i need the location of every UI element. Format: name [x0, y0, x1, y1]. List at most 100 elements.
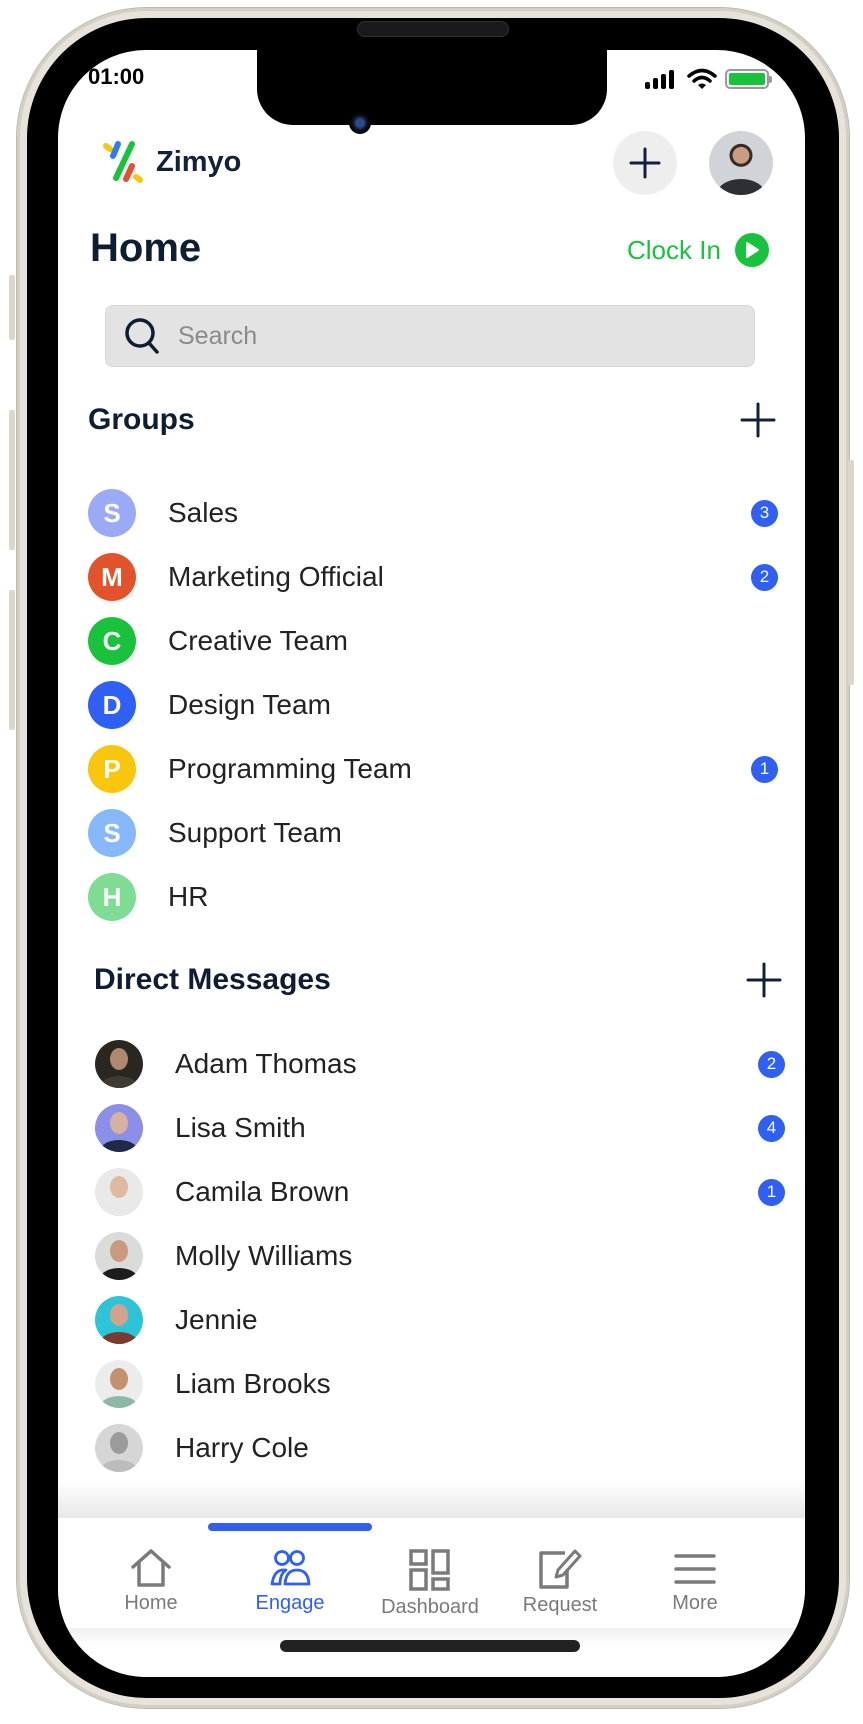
- group-avatar: C: [88, 617, 136, 665]
- dm-item[interactable]: Jennie: [95, 1288, 785, 1352]
- group-avatar: D: [88, 681, 136, 729]
- user-avatar: [95, 1296, 143, 1344]
- user-avatar: [95, 1104, 143, 1152]
- tab-dashboard[interactable]: Dashboard: [370, 1548, 490, 1619]
- user-avatar: [95, 1360, 143, 1408]
- earpiece-speaker: [357, 21, 509, 37]
- group-item[interactable]: C Creative Team: [88, 609, 778, 673]
- group-name: HR: [168, 881, 209, 912]
- dm-item[interactable]: Liam Brooks: [95, 1352, 785, 1416]
- brand-name: Zimyo: [156, 145, 242, 178]
- clock-in-label: Clock In: [627, 234, 721, 265]
- page-title: Home: [90, 226, 202, 270]
- tab-more[interactable]: More: [635, 1548, 755, 1615]
- unread-badge: 2: [758, 1050, 785, 1078]
- create-button[interactable]: [613, 131, 677, 195]
- group-item[interactable]: M Marketing Official 2: [88, 545, 778, 609]
- signal-icon: [645, 70, 674, 89]
- profile-avatar[interactable]: [709, 131, 773, 195]
- menu-icon: [674, 1554, 716, 1584]
- group-name: Design Team: [168, 689, 331, 720]
- group-avatar: S: [88, 809, 136, 857]
- user-avatar: [95, 1232, 143, 1280]
- dashboard-icon: [409, 1549, 450, 1591]
- zimyo-logo-icon: [103, 141, 143, 183]
- home-indicator[interactable]: [280, 1640, 580, 1652]
- user-name: Harry Cole: [175, 1432, 309, 1463]
- search-icon: [125, 318, 159, 354]
- battery-icon: [725, 69, 772, 89]
- group-name: Marketing Official: [168, 561, 384, 592]
- groups-header: Groups: [88, 400, 778, 440]
- clock-in-button[interactable]: Clock In: [627, 233, 769, 267]
- active-tab-indicator: [208, 1523, 372, 1531]
- unread-badge: 1: [751, 755, 778, 783]
- phone-screen: 01:00 Zimyo Home Clock In Search Groups …: [58, 50, 805, 1677]
- tab-label: More: [672, 1592, 718, 1614]
- group-avatar: M: [88, 553, 136, 601]
- home-icon: [131, 1549, 171, 1587]
- plus-icon: [629, 147, 661, 179]
- dm-item[interactable]: Harry Cole: [95, 1416, 785, 1480]
- play-icon: [734, 233, 769, 267]
- user-name: Liam Brooks: [175, 1368, 331, 1399]
- plus-icon: [746, 962, 782, 998]
- tab-label: Dashboard: [381, 1596, 479, 1618]
- group-name: Creative Team: [168, 625, 349, 656]
- add-group-button[interactable]: [738, 400, 778, 440]
- user-name: Molly Williams: [175, 1240, 353, 1271]
- group-avatar: S: [88, 489, 136, 537]
- group-item[interactable]: P Programming Team 1: [88, 737, 778, 801]
- user-name: Adam Thomas: [175, 1048, 357, 1079]
- tabbar-shadow: [58, 1480, 805, 1520]
- tab-request[interactable]: Request: [500, 1548, 620, 1617]
- users-icon: [270, 1550, 311, 1586]
- user-name: Jennie: [175, 1304, 258, 1335]
- tab-label: Request: [522, 1594, 598, 1616]
- power-button: [848, 460, 854, 685]
- tab-engage[interactable]: Engage: [230, 1548, 350, 1615]
- home-indicator-area: [58, 1628, 805, 1677]
- unread-badge: 3: [751, 499, 778, 527]
- user-avatar: [95, 1424, 143, 1472]
- add-dm-button[interactable]: [744, 960, 784, 1000]
- notch: [257, 50, 607, 125]
- unread-badge: 4: [758, 1114, 785, 1142]
- group-name: Sales: [168, 497, 239, 528]
- tab-label: Engage: [255, 1592, 325, 1614]
- unread-badge: 1: [758, 1178, 785, 1206]
- mute-switch: [9, 275, 15, 340]
- volume-down-button: [9, 590, 15, 730]
- user-name: Lisa Smith: [175, 1112, 306, 1143]
- dm-list: Adam Thomas 2 Lisa Smith 4 Camila Brown 1 Moll…: [95, 1032, 785, 1480]
- dm-item[interactable]: Adam Thomas 2: [95, 1032, 785, 1096]
- bottom-tab-bar: Home Engage Dashboard Request More: [58, 1518, 805, 1628]
- user-avatar: [95, 1168, 143, 1216]
- front-camera: [349, 112, 371, 134]
- search-input[interactable]: [178, 321, 718, 351]
- group-item[interactable]: D Design Team: [88, 673, 778, 737]
- volume-up-button: [9, 410, 15, 550]
- tab-home[interactable]: Home: [91, 1548, 211, 1615]
- dm-header: Direct Messages: [94, 960, 784, 1000]
- dm-item[interactable]: Lisa Smith 4: [95, 1096, 785, 1160]
- user-avatar: [95, 1040, 143, 1088]
- group-item[interactable]: H HR: [88, 865, 778, 929]
- status-icons: [645, 68, 772, 90]
- group-item[interactable]: S Support Team: [88, 801, 778, 865]
- search-bar[interactable]: [105, 305, 755, 367]
- dm-item[interactable]: Molly Williams: [95, 1224, 785, 1288]
- group-item[interactable]: S Sales 3: [88, 481, 778, 545]
- group-avatar: H: [88, 873, 136, 921]
- user-name: Camila Brown: [175, 1176, 350, 1207]
- dm-item[interactable]: Camila Brown 1: [95, 1160, 785, 1224]
- unread-badge: 2: [751, 563, 778, 591]
- groups-list: S Sales 3 M Marketing Official 2 C Creative Tea…: [88, 481, 778, 929]
- edit-icon: [539, 1549, 582, 1589]
- group-avatar: P: [88, 745, 136, 793]
- wifi-icon: [687, 68, 717, 89]
- tab-label: Home: [124, 1592, 178, 1614]
- plus-icon: [740, 402, 776, 438]
- groups-title: Groups: [88, 403, 195, 436]
- group-name: Programming Team: [168, 753, 412, 784]
